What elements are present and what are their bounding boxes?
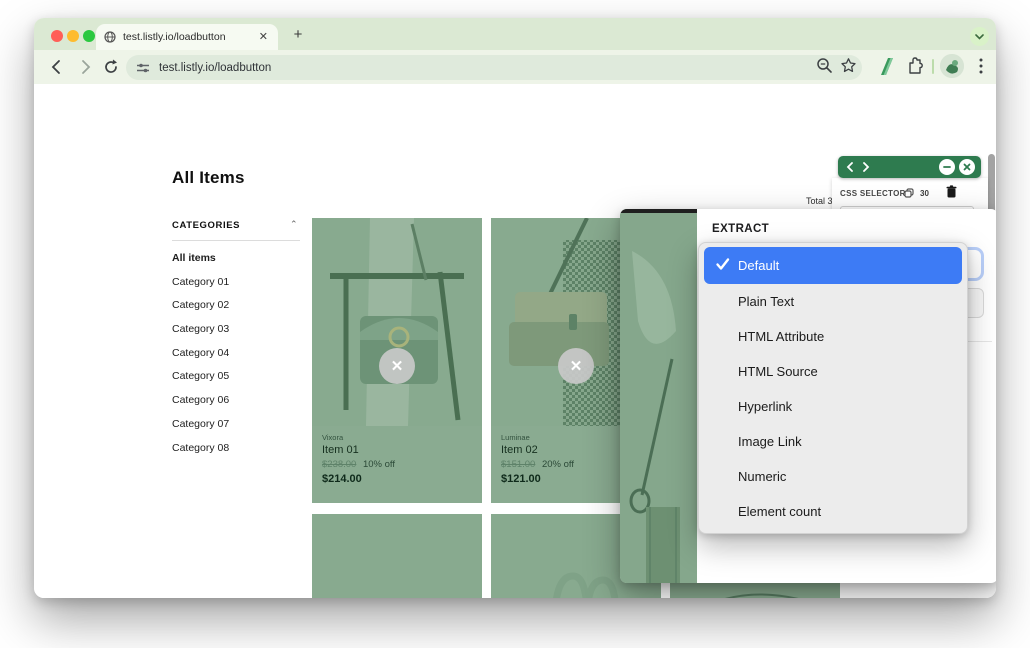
preview-bag-photo xyxy=(620,209,697,583)
sidebar-item-category-05[interactable]: Category 05 xyxy=(172,369,302,383)
zoom-icon[interactable] xyxy=(816,57,833,74)
original-price: $238.00 xyxy=(322,459,357,470)
copy-count-icon[interactable] xyxy=(904,188,914,198)
menu-item-numeric[interactable]: Numeric xyxy=(699,459,967,494)
page-scrollbar-thumb[interactable] xyxy=(988,154,995,216)
menu-item-image-link[interactable]: Image Link xyxy=(699,424,967,459)
toolbar-separator xyxy=(932,59,934,74)
tab-strip: test.listly.io/loadbutton ✕ + xyxy=(34,18,996,50)
menu-item-hyperlink[interactable]: Hyperlink xyxy=(699,389,967,424)
browser-toolbar: test.listly.io/loadbutton xyxy=(34,50,996,84)
tab-search-button[interactable] xyxy=(970,27,989,46)
sidebar-item-category-08[interactable]: Category 08 xyxy=(172,441,302,455)
menu-item-label: Image Link xyxy=(738,434,802,449)
browser-window: test.listly.io/loadbutton ✕ + test.listl… xyxy=(34,18,996,598)
hobo-bag-photo xyxy=(312,514,482,598)
listly-minimize-button[interactable] xyxy=(939,159,955,175)
trash-icon[interactable] xyxy=(946,185,957,198)
menu-item-element-count[interactable]: Element count xyxy=(699,494,967,529)
sidebar-item-category-02[interactable]: Category 02 xyxy=(172,298,302,312)
check-icon xyxy=(716,258,730,270)
kebab-menu-icon[interactable] xyxy=(974,57,988,75)
chevron-left-icon[interactable] xyxy=(846,162,854,172)
sidebar-item-all-items[interactable]: All items xyxy=(172,251,302,265)
listly-toolbar xyxy=(838,156,981,178)
menu-item-label: Numeric xyxy=(738,469,787,484)
discount-label: 20% off xyxy=(541,459,575,470)
sidebar-item-category-01[interactable]: Category 01 xyxy=(172,275,302,289)
menu-item-html-source[interactable]: HTML Source xyxy=(699,354,967,389)
address-bar[interactable]: test.listly.io/loadbutton xyxy=(126,55,862,80)
listly-extension-icon[interactable] xyxy=(878,57,896,76)
extract-dropdown-menu: Default Plain Text HTML Attribute HTML S… xyxy=(698,242,968,534)
minus-icon xyxy=(943,166,951,168)
profile-avatar[interactable] xyxy=(940,54,964,78)
sidebar-item-category-06[interactable]: Category 06 xyxy=(172,393,302,407)
browser-tab[interactable]: test.listly.io/loadbutton ✕ xyxy=(96,24,278,50)
sidebar-item-category-03[interactable]: Category 03 xyxy=(172,322,302,336)
selected-element-preview xyxy=(620,209,697,583)
forward-icon[interactable] xyxy=(76,58,94,76)
product-brand: Vixora xyxy=(322,433,344,442)
product-image-1[interactable] xyxy=(312,218,482,426)
tab-close-icon[interactable]: ✕ xyxy=(257,30,270,45)
selector-count: 30 xyxy=(920,189,929,198)
globe-icon xyxy=(104,31,116,43)
site-info-icon[interactable] xyxy=(136,62,150,74)
traffic-close-button[interactable] xyxy=(51,30,63,42)
menu-item-html-attribute[interactable]: HTML Attribute xyxy=(699,319,967,354)
reload-icon[interactable] xyxy=(102,58,120,76)
traffic-zoom-button[interactable] xyxy=(83,30,95,42)
product-name: Item 01 xyxy=(322,444,359,456)
new-tab-button[interactable]: + xyxy=(288,26,308,43)
remove-selection-button[interactable]: ✕ xyxy=(379,348,415,384)
menu-item-label: Element count xyxy=(738,504,822,519)
extensions-icon[interactable] xyxy=(906,57,925,76)
product-info-1[interactable]: Vixora Item 01 $238.00 10% off $214.00 xyxy=(312,426,482,503)
traffic-minimize-button[interactable] xyxy=(67,30,79,42)
sidebar-item-category-07[interactable]: Category 07 xyxy=(172,417,302,431)
discount-label: 10% off xyxy=(362,459,396,470)
back-icon[interactable] xyxy=(48,58,66,76)
categories-header: CATEGORIES xyxy=(172,220,241,231)
menu-item-plain-text[interactable]: Plain Text xyxy=(699,284,967,319)
handbag-photo xyxy=(312,218,482,426)
menu-item-label: Hyperlink xyxy=(738,399,793,414)
screen: test.listly.io/loadbutton ✕ + test.listl… xyxy=(0,0,1030,648)
avatar-image xyxy=(940,54,964,78)
menu-item-label: HTML Source xyxy=(738,364,818,379)
category-list: All items Category 01 Category 02 Catego… xyxy=(172,251,302,464)
css-selector-label: CSS SELECTOR xyxy=(840,189,906,198)
menu-item-label: HTML Attribute xyxy=(738,329,825,344)
sidebar-item-category-04[interactable]: Category 04 xyxy=(172,346,302,360)
preview-top-border xyxy=(620,209,697,213)
total-count-label: Total 3 xyxy=(806,196,833,206)
page-content: All Items CATEGORIES ⌃ All items Categor… xyxy=(34,84,996,598)
page-title: All Items xyxy=(172,168,245,187)
listly-close-button[interactable] xyxy=(959,159,975,175)
menu-item-label: Default xyxy=(738,258,780,273)
menu-item-label: Plain Text xyxy=(738,294,795,309)
menu-item-default[interactable]: Default xyxy=(704,247,962,284)
chevron-up-icon[interactable]: ⌃ xyxy=(290,219,298,230)
chevron-down-icon xyxy=(975,33,984,40)
tab-title: test.listly.io/loadbutton xyxy=(123,31,226,43)
bookmark-star-icon[interactable] xyxy=(840,57,857,74)
close-icon xyxy=(963,163,971,171)
sale-price: $214.00 xyxy=(322,473,362,485)
original-price: $151.00 xyxy=(501,459,536,470)
product-image-4[interactable] xyxy=(312,514,482,598)
extract-label: EXTRACT xyxy=(712,223,770,235)
remove-selection-button[interactable]: ✕ xyxy=(558,348,594,384)
chevron-right-icon[interactable] xyxy=(862,162,870,172)
url-text: test.listly.io/loadbutton xyxy=(159,61,272,74)
sidebar-divider xyxy=(172,240,300,241)
